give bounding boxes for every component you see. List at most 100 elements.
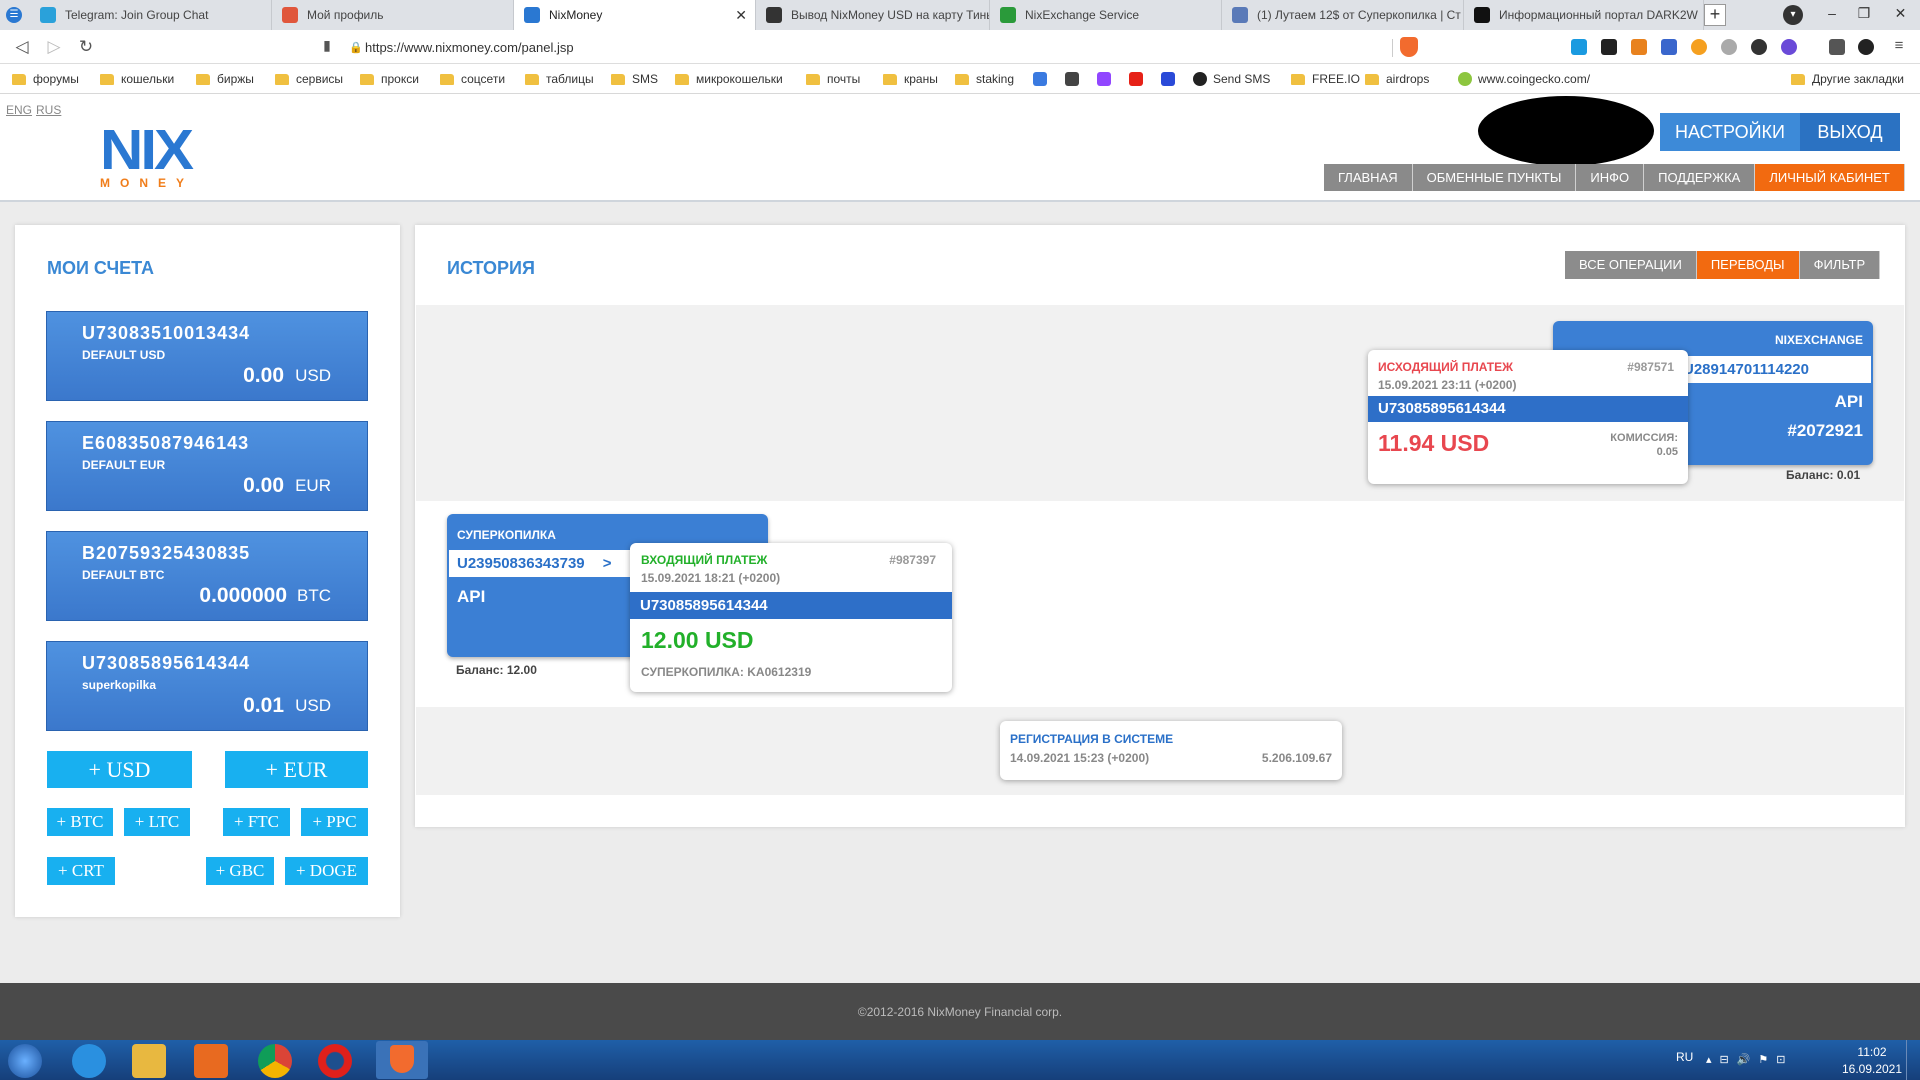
payment-note: СУПЕРКОПИЛКА: KA0612319 [641,665,812,679]
nav-support[interactable]: ПОДДЕРЖКА [1644,164,1756,191]
add-btc-button[interactable]: + BTC [47,808,113,836]
bookmark-item[interactable]: форумы [12,72,79,86]
extension-metamask-icon[interactable] [1631,39,1647,55]
translate-icon[interactable] [1033,72,1047,86]
filter-transfers[interactable]: ПЕРЕВОДЫ [1696,251,1800,279]
lock-icon[interactable]: 🔒 [349,41,363,54]
browser-tab[interactable]: (1) Лутаем 12$ от Суперкопилка | Ст [1222,0,1464,30]
filter-all-operations[interactable]: ВСЕ ОПЕРАЦИИ [1565,251,1697,279]
browser-menu-icon[interactable]: ☰ [6,7,22,23]
youtube-icon[interactable] [1129,72,1143,86]
add-doge-button[interactable]: + DOGE [285,857,368,885]
bookmark-item[interactable]: почты [806,72,860,86]
bookmark-item[interactable]: соцсети [440,72,505,86]
add-crt-button[interactable]: + CRT [47,857,115,885]
payment-card-incoming[interactable]: ВХОДЯЩИЙ ПЛАТЕЖ #987397 15.09.2021 18:21… [630,543,952,692]
show-desktop-button[interactable] [1906,1040,1920,1080]
bookmark-item[interactable]: FREE.IO [1291,72,1360,86]
counterparty-id-row[interactable]: U23950836343739 > [449,550,635,577]
account-card-btc[interactable]: B20759325430835 DEFAULT BTC 0.000000 BTC [46,531,368,621]
browser-tab[interactable]: Мой профиль [272,0,514,30]
explorer-icon[interactable] [132,1044,166,1078]
lang-eng-link[interactable]: ENG [6,103,32,117]
sigma-icon[interactable] [1161,72,1175,86]
brave-shield-icon[interactable] [1400,37,1418,57]
bookmark-item[interactable]: Send SMS [1193,72,1270,86]
account-card-eur[interactable]: E60835087946143 DEFAULT EUR 0.00 EUR [46,421,368,511]
add-ltc-button[interactable]: + LTC [124,808,190,836]
settings-button[interactable]: НАСТРОЙКИ [1660,113,1800,151]
extension-orange-icon[interactable] [1691,39,1707,55]
browser-tab[interactable]: Вывод NixMoney USD на карту Тинь [756,0,990,30]
nav-home[interactable]: ГЛАВНАЯ [1324,164,1413,191]
taskbar-lang[interactable]: RU [1676,1050,1693,1064]
back-icon[interactable]: ◁ [11,37,33,57]
account-amount: 0.00 [243,474,284,497]
taskbar-time[interactable]: 11:02 [1852,1045,1892,1059]
url-input[interactable]: https://www.nixmoney.com/panel.jsp [365,40,574,55]
lang-rus-link[interactable]: RUS [36,103,61,117]
extension-link-icon[interactable] [1721,39,1737,55]
filter-button[interactable]: ФИЛЬТР [1799,251,1881,279]
nav-exchangers[interactable]: ОБМЕННЫЕ ПУНКТЫ [1412,164,1577,191]
nav-info[interactable]: ИНФО [1576,164,1645,191]
tab-search-icon[interactable]: ▾ [1783,5,1803,25]
new-tab-button[interactable]: + [1704,4,1726,26]
logout-button[interactable]: ВЫХОД [1800,113,1900,151]
bookmark-item[interactable]: прокси [360,72,419,86]
extension-g-icon[interactable] [1571,39,1587,55]
bookmark-item[interactable]: микрокошельки [675,72,783,86]
close-tab-icon[interactable]: ✕ [735,7,747,24]
tray-icons[interactable]: ▴⊟🔊⚑⊡ [1706,1053,1794,1066]
opera-icon[interactable] [318,1044,352,1078]
add-gbc-button[interactable]: + GBC [206,857,274,885]
extension-purple-icon[interactable] [1781,39,1797,55]
other-bookmarks[interactable]: Другие закладки [1791,72,1904,86]
nixmoney-logo[interactable]: NIX MONEY [100,121,212,190]
account-card-superkopilka[interactable]: U73085895614344 superkopilka 0.01 USD [46,641,368,731]
bookmark-page-icon[interactable]: ▮ [316,37,338,54]
account-id: B20759325430835 [82,543,251,563]
profile-avatar-icon[interactable] [1858,39,1874,55]
reload-icon[interactable]: ↻ [75,37,97,57]
forward-icon[interactable]: ▷ [43,37,65,57]
maximize-button[interactable]: ❐ [1849,0,1879,28]
bookmark-item[interactable]: SMS [611,72,658,86]
taskbar-date[interactable]: 16.09.2021 [1836,1062,1908,1076]
account-label: DEFAULT USD [82,348,166,362]
nav-cabinet[interactable]: ЛИЧНЫЙ КАБИНЕТ [1755,164,1905,191]
bookmark-item[interactable]: www.coingecko.com/ [1458,72,1590,86]
minimize-button[interactable]: – [1817,0,1847,28]
add-eur-button[interactable]: + EUR [225,751,368,788]
add-ftc-button[interactable]: + FTC [223,808,290,836]
twitch-icon[interactable] [1097,72,1111,86]
registration-card[interactable]: РЕГИСТРАЦИЯ В СИСТЕМЕ 14.09.2021 15:23 (… [1000,721,1342,780]
bookmark-item[interactable]: кошельки [100,72,174,86]
payment-card-outgoing[interactable]: ИСХОДЯЩИЙ ПЛАТЕЖ #987571 15.09.2021 23:1… [1368,350,1688,484]
globe-icon[interactable] [1065,72,1079,86]
extension-binance-icon[interactable] [1601,39,1617,55]
ie-icon[interactable] [72,1044,106,1078]
extensions-puzzle-icon[interactable] [1829,39,1845,55]
payment-number: #987571 [1627,360,1674,374]
browser-tab[interactable]: Информационный портал DARK2W [1464,0,1704,30]
bookmark-item[interactable]: сервисы [275,72,343,86]
bookmark-item[interactable]: краны [883,72,938,86]
browser-tab[interactable]: NixExchange Service [990,0,1222,30]
bookmark-item[interactable]: биржы [196,72,254,86]
bookmark-item[interactable]: таблицы [525,72,594,86]
browser-tab[interactable]: Telegram: Join Group Chat [30,0,272,30]
bookmark-item[interactable]: staking [955,72,1014,86]
browser-menu-button[interactable]: ≡ [1888,37,1910,54]
browser-tab[interactable]: NixMoney ✕ [514,0,756,30]
extension-wallet-icon[interactable] [1661,39,1677,55]
start-button-icon[interactable] [8,1044,42,1078]
media-player-icon[interactable] [194,1044,228,1078]
add-usd-button[interactable]: + USD [47,751,192,788]
add-ppc-button[interactable]: + PPC [301,808,368,836]
close-window-button[interactable]: ✕ [1881,0,1920,28]
chrome-icon[interactable] [258,1044,292,1078]
account-card-usd[interactable]: U73083510013434 DEFAULT USD 0.00 USD [46,311,368,401]
extension-dark-icon[interactable] [1751,39,1767,55]
bookmark-item[interactable]: airdrops [1365,72,1429,86]
